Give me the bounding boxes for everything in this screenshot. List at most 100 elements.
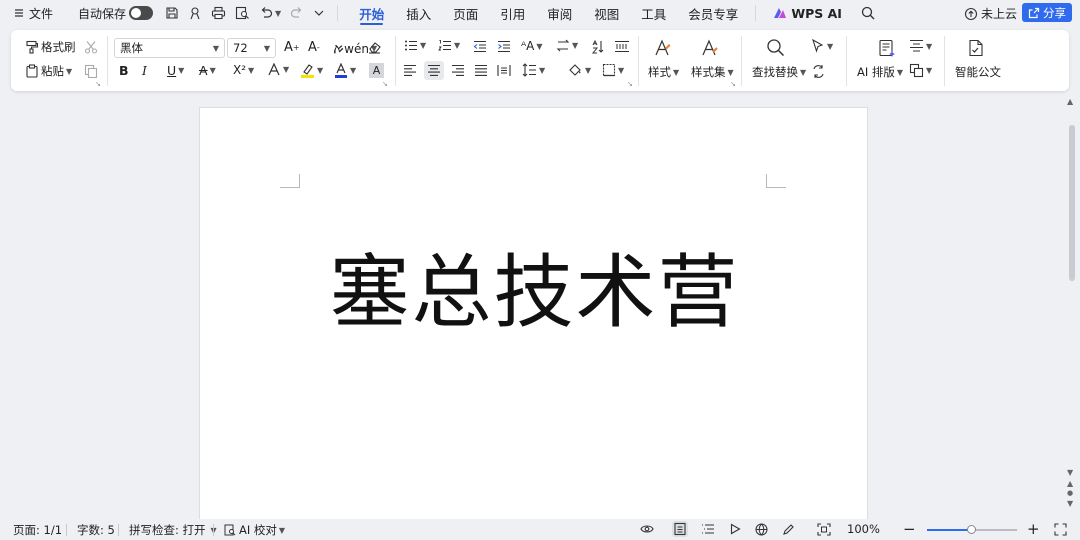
- spell-check-button[interactable]: 拼写检查: 打开▼: [129, 522, 217, 538]
- show-marks-icon[interactable]: [614, 40, 630, 53]
- style-set-button[interactable]: 样式集 ▼: [691, 64, 734, 80]
- distributed-icon[interactable]: [497, 64, 511, 77]
- format-painter-button[interactable]: 格式刷: [25, 39, 76, 55]
- ai-proofread-button[interactable]: AI 校对 ▼: [224, 522, 285, 538]
- copy-icon[interactable]: [84, 64, 98, 78]
- scroll-down-arrow-icon[interactable]: ▼: [1067, 468, 1073, 477]
- align-left-icon[interactable]: [403, 64, 417, 77]
- bold-button[interactable]: B: [119, 63, 129, 78]
- underline-button[interactable]: U ▼: [167, 63, 184, 78]
- share-button[interactable]: 分享: [1022, 3, 1072, 22]
- tab-home[interactable]: 开始: [348, 0, 395, 26]
- character-shading-button[interactable]: A: [369, 63, 384, 78]
- ai-layout-button[interactable]: AI 排版 ▼: [857, 64, 903, 80]
- print-icon[interactable]: [211, 6, 226, 20]
- font-size-dropdown[interactable]: 72 ▼: [227, 38, 276, 58]
- shrink-font-icon[interactable]: A-: [308, 40, 320, 55]
- eye-protection-icon[interactable]: [640, 523, 654, 535]
- vertical-scrollbar[interactable]: ▲ ▼ ▲ ● ▼: [1064, 93, 1080, 519]
- highlighter-icon: [300, 63, 315, 78]
- fullscreen-icon[interactable]: [1054, 523, 1067, 536]
- font-name-dropdown[interactable]: 黑体 ▼: [114, 38, 225, 58]
- zoom-slider[interactable]: [927, 525, 1017, 534]
- bullet-list-button[interactable]: ▼: [404, 39, 426, 52]
- tab-page[interactable]: 页面: [442, 0, 489, 26]
- tab-wps-ai[interactable]: WPS AI: [762, 0, 853, 26]
- text-effect-button[interactable]: ▼: [267, 63, 289, 76]
- print-preview-icon[interactable]: [235, 6, 250, 20]
- align-center-icon[interactable]: [424, 61, 444, 80]
- scrollbar-thumb[interactable]: [1069, 125, 1075, 281]
- text-direction-button[interactable]: ▼: [556, 39, 578, 52]
- autosave-toggle[interactable]: 自动保存: [78, 5, 154, 22]
- outline-view-icon[interactable]: [701, 523, 715, 535]
- decrease-indent-icon[interactable]: [473, 40, 487, 53]
- more-chevron-down-icon[interactable]: [313, 7, 325, 19]
- document-heading-text[interactable]: 塞总技术营: [200, 248, 869, 338]
- zoom-percentage[interactable]: 100%: [847, 522, 880, 536]
- scroll-up-arrow-icon[interactable]: ▲: [1067, 97, 1073, 106]
- cloud-status-button[interactable]: 未上云: [964, 5, 1017, 22]
- line-spacing-button[interactable]: ▼: [522, 63, 545, 77]
- styles-launcher-icon[interactable]: ↘: [730, 80, 736, 88]
- find-replace-button[interactable]: 查找替换 ▼: [752, 64, 806, 80]
- superscript-button[interactable]: X² ▼: [233, 63, 254, 77]
- font-color-button[interactable]: ▼: [334, 63, 356, 78]
- undo-icon[interactable]: ▼: [259, 6, 281, 20]
- export-pdf-icon[interactable]: [188, 6, 202, 20]
- styles-button[interactable]: 样式 ▼: [648, 64, 679, 80]
- previous-page-icon[interactable]: ▲: [1067, 479, 1073, 488]
- tab-insert[interactable]: 插入: [395, 0, 442, 26]
- paste-button[interactable]: 粘贴 ▼: [25, 63, 72, 79]
- zoom-out-icon[interactable]: −: [903, 520, 916, 538]
- file-menu-button[interactable]: 文件: [14, 5, 53, 22]
- highlight-button[interactable]: ▼: [300, 63, 323, 78]
- shape-arrange-button[interactable]: ▼: [909, 63, 932, 78]
- zoom-slider-handle[interactable]: [967, 525, 976, 534]
- fit-page-icon[interactable]: [817, 523, 831, 536]
- play-icon[interactable]: [729, 523, 741, 535]
- chevron-down-icon: ▼: [283, 65, 290, 74]
- chevron-down-icon: ▼: [454, 41, 461, 50]
- page-indicator[interactable]: 页面: 1/1: [13, 522, 62, 538]
- next-page-icon[interactable]: ▼: [1067, 499, 1073, 508]
- change-case-button[interactable]: ᴬA ▼: [521, 39, 543, 53]
- cut-icon[interactable]: [84, 40, 98, 54]
- tab-references[interactable]: 引用: [489, 0, 536, 26]
- text-layout-button[interactable]: ▼: [909, 39, 932, 53]
- font-launcher-icon[interactable]: ↘: [382, 80, 388, 88]
- smart-doc-button[interactable]: 智能公文: [955, 64, 1001, 80]
- align-right-icon[interactable]: [451, 64, 465, 77]
- redo-icon[interactable]: [290, 6, 304, 20]
- numbered-list-button[interactable]: ▼: [438, 39, 460, 52]
- italic-button[interactable]: I: [142, 63, 147, 78]
- paragraph-launcher-icon[interactable]: ↘: [627, 80, 633, 88]
- autosave-switch[interactable]: [129, 6, 154, 20]
- strikethrough-label: A: [199, 63, 208, 78]
- borders-button[interactable]: ▼: [602, 63, 624, 77]
- strikethrough-button[interactable]: A ▼: [199, 63, 216, 78]
- clipboard-launcher-icon[interactable]: ↘: [95, 80, 101, 88]
- page-view-icon[interactable]: [672, 521, 688, 537]
- pen-icon[interactable]: [782, 523, 795, 536]
- tab-review[interactable]: 审阅: [536, 0, 583, 26]
- save-icon[interactable]: [165, 6, 179, 20]
- tab-view[interactable]: 视图: [583, 0, 630, 26]
- bullet-list-icon: [404, 39, 418, 52]
- paragraph-shading-button[interactable]: ▼: [568, 63, 591, 77]
- increase-indent-icon[interactable]: [497, 40, 511, 53]
- web-view-icon[interactable]: [755, 523, 768, 536]
- document-page[interactable]: 塞总技术营: [199, 107, 868, 519]
- select-browse-object-icon[interactable]: ●: [1067, 489, 1073, 497]
- tab-member[interactable]: 会员专享: [677, 0, 749, 26]
- select-button[interactable]: ▼: [811, 39, 833, 53]
- search-icon[interactable]: [861, 6, 875, 20]
- tab-tools[interactable]: 工具: [630, 0, 677, 26]
- word-count[interactable]: 字数: 5: [77, 522, 115, 538]
- grow-font-icon[interactable]: A +: [284, 40, 300, 55]
- convert-icon[interactable]: [811, 64, 826, 79]
- zoom-in-icon[interactable]: +: [1027, 520, 1040, 538]
- sort-icon[interactable]: [591, 40, 605, 54]
- clear-format-icon[interactable]: [367, 40, 382, 54]
- justify-icon[interactable]: [474, 64, 488, 77]
